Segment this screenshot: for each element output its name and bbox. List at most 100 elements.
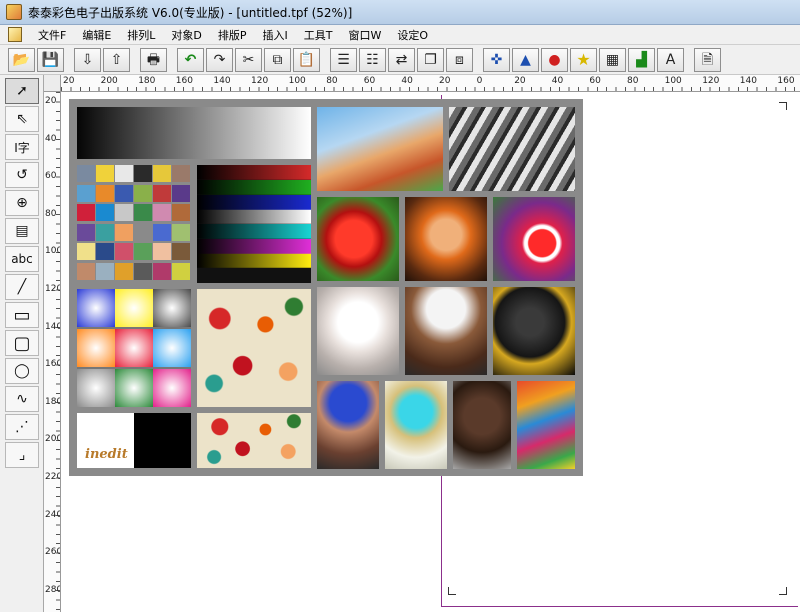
color-swatch	[77, 165, 95, 182]
cut-icon[interactable]: ✂	[235, 47, 262, 72]
ruler-h-label: 200	[100, 76, 118, 86]
open-folder-icon[interactable]: 📂	[8, 47, 35, 72]
photo-blue-turban	[317, 381, 379, 469]
ruler-v-label: 140	[45, 321, 61, 332]
grayscale-gradient	[77, 107, 311, 159]
copy-icon[interactable]: ⧉	[264, 47, 291, 72]
color-swatch	[96, 263, 114, 280]
color-swatch	[115, 223, 133, 241]
ruler-v-label: 160	[45, 359, 61, 370]
color-swatch	[77, 184, 95, 202]
ruler-h-label: 180	[138, 76, 156, 86]
shapes-icon[interactable]: ▲	[512, 47, 539, 72]
menu-layout[interactable]: 排版P	[210, 27, 255, 43]
text-flow-2-icon[interactable]: ☷	[359, 47, 386, 72]
font-icon[interactable]: A	[657, 47, 684, 72]
menu-arrange[interactable]: 排列L	[119, 27, 163, 43]
save-icon[interactable]: 💾	[37, 47, 64, 72]
line-icon[interactable]: ╱	[5, 274, 39, 300]
ruler-h-label: 40	[551, 76, 564, 86]
preview-icon[interactable]: 🗎	[694, 47, 721, 72]
frame-2-icon[interactable]: ⧈	[446, 47, 473, 72]
photo-flower	[493, 197, 575, 281]
chart-icon[interactable]: ▟	[628, 47, 655, 72]
page-icon[interactable]: ▤	[5, 218, 39, 244]
curve-icon[interactable]: ∿	[5, 386, 39, 412]
photo-color-powder	[517, 381, 575, 469]
ruler-v-label: 260	[45, 547, 61, 558]
colors-icon[interactable]: ●	[541, 47, 568, 72]
ruler-v-label: 240	[45, 509, 61, 520]
document-canvas[interactable]: inedit	[61, 92, 800, 612]
color-swatch	[96, 184, 114, 202]
ruler-v-label: 100	[45, 246, 61, 257]
color-swatch	[115, 165, 133, 182]
horizontal-ruler[interactable]: 20 200 180 160 140 120 100 80 60 40 20 0 20 40 60 80 100…	[61, 75, 800, 92]
target-icon[interactable]: ✜	[483, 47, 510, 72]
ruler-corner[interactable]	[44, 75, 61, 92]
print-icon[interactable]: 🖶	[140, 47, 167, 72]
ruler-h-label: 140	[213, 76, 231, 86]
frame-1-icon[interactable]: ❐	[417, 47, 444, 72]
menu-settings[interactable]: 设定O	[389, 27, 436, 43]
corner-icon[interactable]: ⌟	[5, 442, 39, 468]
color-swatch	[96, 165, 114, 182]
paste-icon[interactable]: 📋	[293, 47, 320, 72]
text-flow-1-icon[interactable]: ☰	[330, 47, 357, 72]
text-box-icon[interactable]: abc	[5, 246, 39, 272]
color-swatch	[77, 223, 95, 241]
gradient-balls	[77, 289, 191, 407]
select-arrow-icon[interactable]: ➚	[5, 78, 39, 104]
ruler-v-label: 180	[45, 396, 61, 407]
menu-object[interactable]: 对象D	[163, 27, 209, 43]
zoom-icon[interactable]: ⊕	[5, 190, 39, 216]
document-icon[interactable]	[8, 27, 22, 42]
dashed-line-icon[interactable]: ⋰	[5, 414, 39, 440]
color-swatch	[153, 204, 171, 222]
inedit-logo-block: inedit	[77, 413, 191, 468]
color-test-image[interactable]: inedit	[69, 99, 583, 476]
photo-tulips	[317, 197, 399, 281]
ruler-h-label: 20	[514, 76, 526, 86]
export-icon[interactable]: ⇧	[103, 47, 130, 72]
vertical-ruler[interactable]: 20 40 60 80 100 120 140 160 180 200 220 240 260 280	[44, 92, 61, 612]
menu-edit[interactable]: 编辑E	[74, 27, 119, 43]
inedit-logo: inedit	[85, 447, 128, 462]
star-icon[interactable]: ★	[570, 47, 597, 72]
color-swatch	[172, 204, 190, 222]
menu-insert[interactable]: 插入I	[255, 27, 296, 43]
color-swatch	[153, 263, 171, 280]
undo-icon[interactable]: ↶	[177, 47, 204, 72]
color-swatch	[134, 184, 152, 202]
photo-white-portrait	[317, 287, 399, 375]
color-bars	[197, 165, 311, 283]
color-swatch	[153, 243, 171, 261]
color-swatch	[115, 184, 133, 202]
table-icon[interactable]: ▦	[599, 47, 626, 72]
menu-file[interactable]: 文件F	[30, 27, 74, 43]
photo-ring	[385, 381, 447, 469]
text-cursor-icon[interactable]: I字	[5, 134, 39, 160]
ruler-h-label: 60	[589, 76, 601, 86]
window-title: 泰泰彩色电子出版系统 V6.0(专业版) - [untitled.tpf (52…	[28, 5, 353, 20]
ruler-v-label: 220	[45, 472, 61, 482]
color-swatch	[96, 243, 114, 261]
ruler-h-label: 20	[439, 76, 451, 86]
direct-select-icon[interactable]: ⇖	[5, 106, 39, 132]
ruler-h-label: 160	[777, 76, 795, 86]
redo-icon[interactable]: ↷	[206, 47, 233, 72]
ruler-h-label: 100	[664, 76, 682, 86]
ruler-v-label: 80	[45, 208, 57, 219]
rotate-icon[interactable]: ↺	[5, 162, 39, 188]
text-flow-3-icon[interactable]: ⇄	[388, 47, 415, 72]
import-icon[interactable]: ⇩	[74, 47, 101, 72]
color-swatch	[96, 204, 114, 222]
menu-window[interactable]: 窗口W	[341, 27, 390, 43]
menu-tools[interactable]: 工具T	[296, 27, 341, 43]
rectangle-icon[interactable]: ▭	[5, 302, 39, 328]
ellipse-icon[interactable]: ◯	[5, 358, 39, 384]
crop-mark-bl	[448, 587, 456, 595]
photo-orange-face	[405, 197, 487, 281]
rounded-rect-icon[interactable]: ▢	[5, 330, 39, 356]
photo-man-portrait	[453, 381, 511, 469]
